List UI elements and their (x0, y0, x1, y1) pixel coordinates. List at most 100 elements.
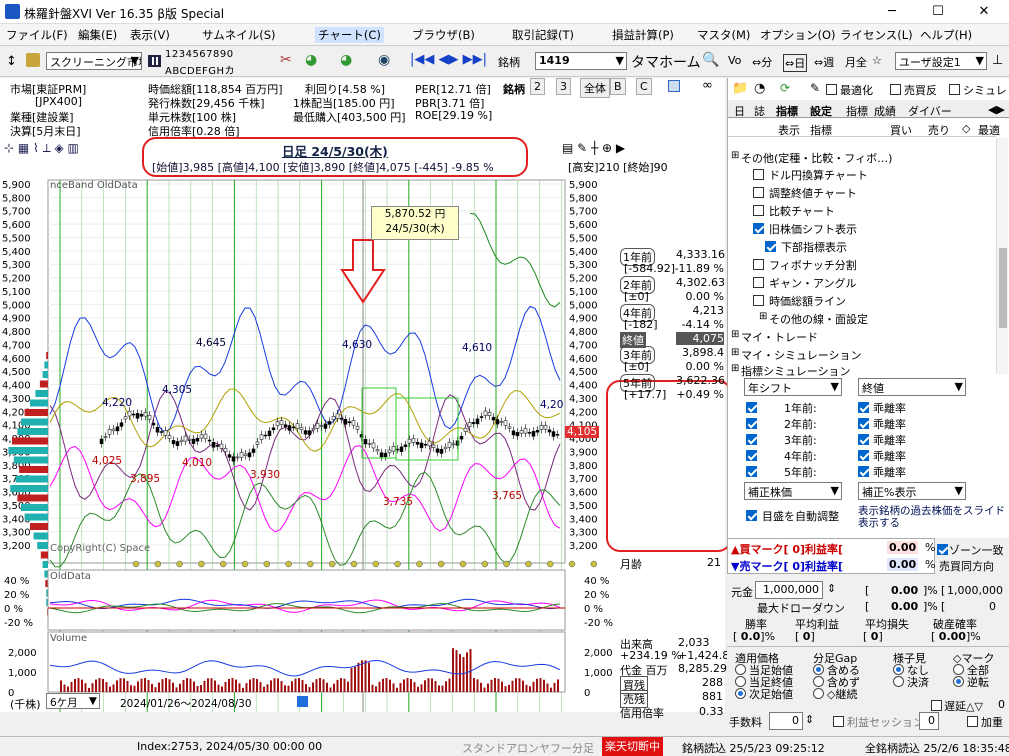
year-checkbox[interactable] (746, 434, 757, 445)
tree-item[interactable]: ドル円換算チャート (769, 167, 868, 183)
tree-expand-icon[interactable]: ⊞ (731, 363, 739, 374)
tree-item[interactable]: 調整終値チャート (769, 185, 857, 201)
tab-result[interactable]: 成績 (874, 103, 896, 119)
tab-day[interactable]: 日 (734, 103, 745, 119)
look-option-radio[interactable] (893, 676, 904, 687)
deviation-checkbox[interactable] (858, 402, 869, 413)
digit-selector[interactable]: 1234567890 (165, 49, 234, 60)
month-all-button[interactable]: 月全 (845, 54, 867, 70)
mark-option-radio[interactable] (953, 676, 964, 687)
menu-file[interactable]: ファイル(F) (6, 27, 68, 43)
value-type-select[interactable]: 終値 ▼ (858, 378, 966, 396)
nav-first-button[interactable]: |◀◀ ◀▶ ▶▶| (410, 52, 487, 67)
folder-icon[interactable]: 📁 (732, 81, 748, 96)
export-icon[interactable] (668, 80, 680, 92)
deviation-checkbox[interactable] (858, 466, 869, 477)
tree-checkbox[interactable] (753, 205, 764, 216)
tree-item[interactable]: その他の線・面設定 (769, 311, 868, 327)
scroll-thumb[interactable] (999, 248, 1007, 328)
tab-settings[interactable]: 設定 (810, 103, 832, 119)
star-button[interactable]: ☆ (872, 54, 882, 67)
deviation-checkbox[interactable] (858, 450, 869, 461)
tree-item[interactable]: その他(定種・比較・フィボ…) (741, 150, 892, 166)
range-check[interactable] (297, 696, 308, 707)
menu-view[interactable]: 表示(V) (130, 27, 170, 43)
minimize-button[interactable]: ─ (869, 0, 915, 24)
palette2-icon[interactable]: ◕ (340, 52, 352, 68)
close-button[interactable]: ✕ (961, 0, 1007, 24)
deviation-checkbox[interactable] (858, 418, 869, 429)
tree-item[interactable]: マイ・トレード (741, 329, 818, 345)
tree-expand-icon[interactable]: ⊞ (731, 347, 739, 358)
tool-icon[interactable]: ✂ (280, 52, 292, 68)
market-select[interactable]: スクリーニング市場 ▼ (46, 52, 142, 70)
period-select[interactable]: 6ケ月 ▼ (46, 693, 100, 709)
tree-item[interactable]: 旧株価シフト表示 (769, 221, 857, 237)
gap-option-radio[interactable] (813, 664, 824, 675)
weight-checkbox[interactable] (967, 716, 978, 727)
menu-chart[interactable]: チャート(C) (315, 27, 384, 43)
chart-tool-icons[interactable]: ⊹ ▦ ⌇ ⟂ ◈ ▥ (4, 141, 79, 156)
refresh-icon[interactable]: ⟳ (780, 81, 790, 95)
tree-item[interactable]: 指標シミュレーション (741, 363, 851, 379)
adjust-pct-select[interactable]: 補正%表示 ▼ (858, 482, 966, 500)
look-option-radio[interactable] (893, 664, 904, 675)
palette-icon[interactable]: ◕ (305, 52, 317, 68)
year-checkbox[interactable] (746, 418, 757, 429)
tree-checkbox[interactable] (753, 187, 764, 198)
deviation-checkbox[interactable] (858, 434, 869, 445)
menu-option[interactable]: オプション(O) (760, 27, 836, 43)
pencil-icon[interactable]: ✎ (810, 81, 820, 95)
tree-checkbox[interactable] (765, 241, 776, 252)
tree-item[interactable]: フィボナッチ分割 (769, 257, 857, 273)
tree-item[interactable]: 比較チャート (769, 203, 835, 219)
tab-indicator2[interactable]: 指標 (846, 103, 868, 119)
delay-checkbox[interactable] (931, 700, 942, 711)
year-checkbox[interactable] (746, 402, 757, 413)
shift-type-select[interactable]: 年シフト ▼ (744, 378, 842, 396)
lock-icon[interactable] (26, 53, 40, 67)
tree-checkbox[interactable] (753, 169, 764, 180)
tree-scrollbar[interactable] (996, 138, 1008, 374)
clock-icon[interactable]: ◔ (754, 81, 765, 96)
gap-option-radio[interactable] (813, 676, 824, 687)
tab-3[interactable]: 3 (556, 78, 571, 95)
menu-master[interactable]: マスタ(M) (697, 27, 750, 43)
grid-icon[interactable] (148, 55, 161, 67)
price-option-radio[interactable] (735, 688, 746, 699)
day-button[interactable]: ⇔日 (783, 54, 808, 72)
tree-item[interactable]: 下部指標表示 (781, 239, 847, 255)
tab-all[interactable]: 全体 (580, 78, 610, 98)
tab-diver[interactable]: ダイバー (908, 103, 952, 119)
mark-option-radio[interactable] (953, 664, 964, 675)
tree-item[interactable]: 時価総額ライン (769, 293, 846, 309)
user-setting-select[interactable]: ユーザ設定1 ▼ (895, 52, 987, 70)
tree-item[interactable]: ギャン・アングル (769, 275, 857, 291)
tab-2[interactable]: 2 (530, 78, 545, 95)
tab-journal[interactable]: 誌 (754, 103, 765, 119)
adjust-price-select[interactable]: 補正株価 ▼ (744, 482, 842, 500)
year-checkbox[interactable] (746, 450, 757, 461)
arrow-icon[interactable]: ↕ (6, 54, 17, 69)
tree-expand-icon[interactable]: ⊞ (731, 329, 739, 340)
zone-checkbox[interactable] (937, 544, 948, 555)
pin-icon[interactable]: ⊥ (992, 53, 1003, 68)
tree-expand-icon[interactable]: ⊞ (731, 150, 739, 161)
code-input[interactable]: 1419 ▼ (535, 52, 627, 70)
tab-scroll[interactable]: ◀▶ (988, 103, 1005, 116)
capital-input[interactable]: 1,000,000 (755, 581, 823, 599)
minute-button[interactable]: ⇔分 (752, 54, 772, 70)
menu-license[interactable]: ライセンス(L) (840, 27, 913, 43)
menu-browser[interactable]: ブラウザ(B) (412, 27, 475, 43)
tree-checkbox[interactable] (753, 295, 764, 306)
optimize-checkbox[interactable] (826, 84, 837, 95)
tree-expand-icon[interactable]: ⊞ (759, 311, 767, 322)
search-icon[interactable]: 🔍 (702, 52, 719, 68)
year-checkbox[interactable] (746, 466, 757, 477)
menu-trade-record[interactable]: 取引記録(T) (512, 27, 574, 43)
capital-spin[interactable]: ⇕ (827, 582, 836, 595)
tree-item[interactable]: マイ・シミュレーション (741, 347, 862, 363)
binoculars-icon[interactable]: ∞ (702, 78, 713, 93)
simulate-checkbox[interactable] (949, 84, 960, 95)
tab-stock[interactable]: 銘柄 (503, 81, 525, 97)
